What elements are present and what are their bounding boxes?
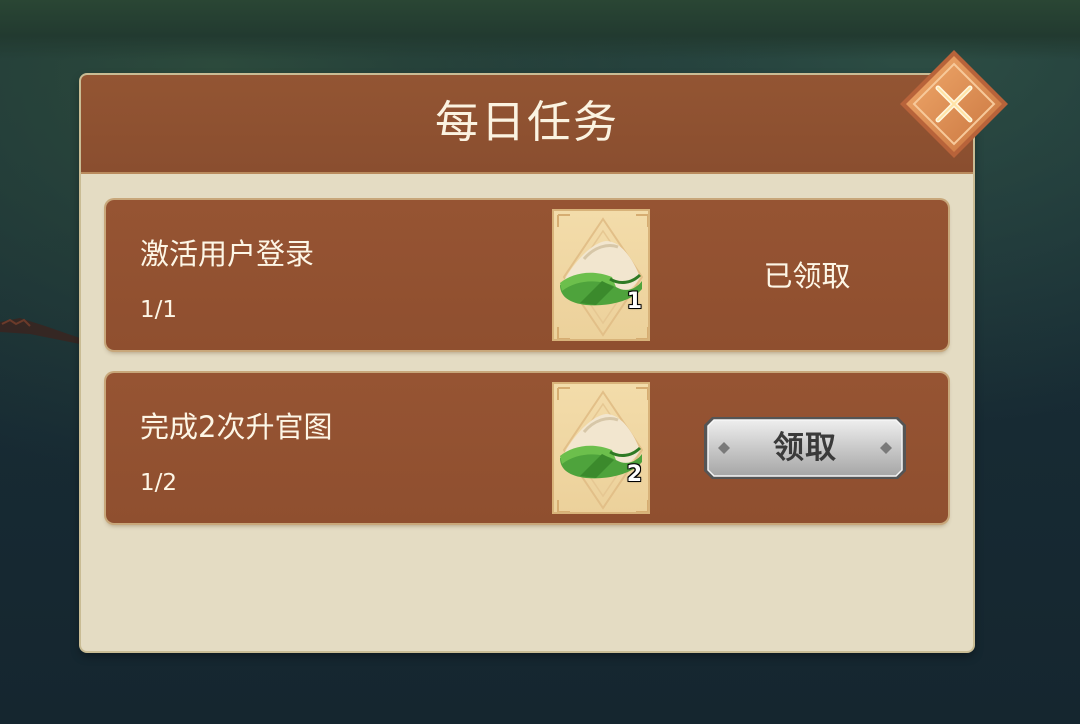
task-progress: 1/2 [140,470,178,496]
dialog-header: 每日任务 [81,75,973,174]
daily-tasks-dialog: 每日任务 [81,75,973,651]
claim-button[interactable]: 领取 [702,415,908,481]
reward-count: 1 [626,289,642,314]
task-row: 完成2次升官图 1/2 2 领取 [106,373,948,523]
task-progress: 1/1 [140,297,178,323]
dialog-title: 每日任务 [435,97,619,148]
reward-count: 2 [626,462,642,487]
reward-card[interactable]: 2 [552,382,650,514]
task-name: 完成2次升官图 [140,410,333,444]
claim-button-label: 领取 [773,430,837,466]
close-icon [900,50,1008,158]
reward-card[interactable]: 1 [552,209,650,341]
background-dragon-boat [0,318,80,344]
close-button[interactable] [898,48,1010,160]
task-name: 激活用户登录 [140,237,315,271]
task-row: 激活用户登录 1/1 1 已领取 [106,200,948,350]
claimed-status: 已领取 [763,259,851,293]
game-scene: 每日任务 激活用户登录 1/1 1 已领取 完成2次升官图 1/2 2 领取 [0,0,1080,724]
